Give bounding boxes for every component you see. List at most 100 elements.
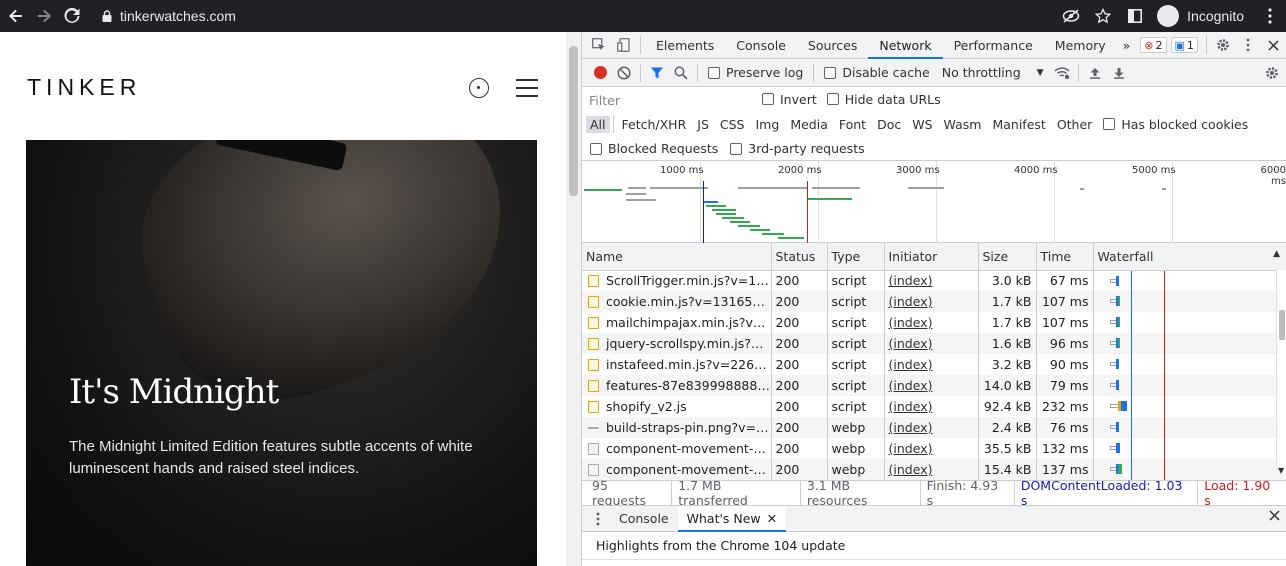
devtools-menu-icon[interactable] bbox=[1236, 32, 1261, 58]
reload-icon[interactable] bbox=[60, 4, 84, 28]
tracking-off-icon[interactable] bbox=[1055, 0, 1087, 32]
tab-console[interactable]: Console bbox=[725, 32, 797, 59]
type-filter-css[interactable]: CSS bbox=[716, 116, 749, 133]
page-scrollbar[interactable] bbox=[566, 32, 581, 566]
tab-sources[interactable]: Sources bbox=[797, 32, 868, 59]
column-size[interactable]: Size bbox=[978, 243, 1037, 271]
request-name[interactable]: mailchimpajax.min.js?v=19... bbox=[582, 312, 772, 333]
request-initiator-link[interactable]: (index) bbox=[884, 417, 979, 438]
network-conditions-icon[interactable] bbox=[1050, 61, 1074, 85]
settings-gear-icon[interactable] bbox=[1211, 32, 1236, 58]
drawer-menu-icon[interactable] bbox=[586, 507, 610, 531]
table-scrollbar[interactable]: ▼ bbox=[1276, 270, 1286, 475]
close-tab-icon[interactable]: ✕ bbox=[767, 511, 777, 526]
network-settings-icon[interactable] bbox=[1260, 61, 1284, 85]
column-waterfall[interactable]: Waterfall ▲ bbox=[1093, 243, 1286, 271]
search-icon[interactable] bbox=[669, 61, 693, 85]
table-row[interactable]: mailchimpajax.min.js?v=19...200script(in… bbox=[582, 312, 1286, 333]
table-row[interactable]: instafeed.min.js?v=226655...200script(in… bbox=[582, 354, 1286, 375]
table-row[interactable]: jquery-scrollspy.min.js?v=3... 200 script(… bbox=[582, 333, 1286, 354]
request-name[interactable]: shopify_v2.js bbox=[582, 396, 772, 417]
table-row[interactable]: ScrollTrigger.min.js?v=106... 200 script (i… bbox=[582, 270, 1286, 291]
disable-cache-checkbox[interactable]: Disable cache bbox=[824, 65, 930, 80]
close-drawer-icon[interactable] bbox=[1269, 510, 1280, 524]
bookmark-star-icon[interactable] bbox=[1087, 0, 1119, 32]
request-name[interactable]: features-87e83999888801... bbox=[582, 375, 772, 396]
inspect-element-icon[interactable] bbox=[586, 32, 611, 58]
type-filter-fetch[interactable]: Fetch/XHR bbox=[618, 116, 691, 133]
type-filter-manifest[interactable]: Manifest bbox=[988, 116, 1049, 133]
message-count-badge[interactable]: ▣ 1 bbox=[1170, 37, 1198, 53]
type-filter-all[interactable]: All bbox=[586, 115, 610, 133]
browser-menu-icon[interactable] bbox=[1254, 0, 1286, 32]
back-icon[interactable] bbox=[4, 4, 28, 28]
request-name[interactable]: component-movement-bac... bbox=[582, 438, 772, 459]
request-name[interactable]: cookie.min.js?v=13165567... bbox=[582, 291, 772, 312]
side-panel-icon[interactable] bbox=[1119, 0, 1151, 32]
request-initiator-link[interactable]: (index) bbox=[884, 291, 979, 312]
column-time[interactable]: Time bbox=[1036, 243, 1094, 271]
drawer-tab-whats-new[interactable]: What's New ✕ bbox=[677, 505, 787, 532]
type-filter-js[interactable]: JS bbox=[693, 116, 713, 133]
hide-data-urls-checkbox[interactable]: Hide data URLs bbox=[826, 92, 941, 107]
table-row[interactable]: build-straps-pin.png?v=780...200webp(ind… bbox=[582, 417, 1286, 438]
address-bar[interactable]: tinkerwatches.com bbox=[102, 8, 236, 24]
request-initiator-link[interactable]: (index) bbox=[884, 438, 979, 459]
blocked-requests-checkbox[interactable]: Blocked Requests bbox=[590, 141, 718, 156]
throttling-select[interactable]: No throttling ▼ bbox=[942, 65, 1044, 80]
request-name[interactable]: component-movement-dat... bbox=[582, 459, 772, 480]
import-har-icon[interactable] bbox=[1083, 61, 1107, 85]
request-initiator-link[interactable]: (index) bbox=[884, 333, 979, 354]
invert-checkbox[interactable]: Invert bbox=[762, 92, 817, 107]
column-name[interactable]: Name bbox=[582, 243, 772, 271]
table-row[interactable]: features-87e83999888801... 200 script (inde… bbox=[582, 375, 1286, 396]
filter-funnel-icon[interactable] bbox=[645, 61, 669, 85]
site-logo[interactable]: TINKER bbox=[27, 74, 141, 101]
type-filter-wasm[interactable]: Wasm bbox=[940, 116, 986, 133]
table-row[interactable]: component-movement-bac... 200 webp (index) 3… bbox=[582, 438, 1286, 459]
request-name[interactable]: ScrollTrigger.min.js?v=106... bbox=[582, 270, 772, 291]
type-filter-doc[interactable]: Doc bbox=[873, 116, 905, 133]
has-blocked-cookies-checkbox[interactable]: Has blocked cookies bbox=[1103, 117, 1248, 132]
request-name[interactable]: instafeed.min.js?v=226655... bbox=[582, 354, 772, 375]
column-type[interactable]: Type bbox=[827, 243, 885, 271]
request-initiator-link[interactable]: (index) bbox=[884, 459, 979, 480]
target-icon[interactable] bbox=[469, 78, 489, 98]
tab-performance[interactable]: Performance bbox=[943, 32, 1044, 59]
third-party-requests-checkbox[interactable]: 3rd-party requests bbox=[730, 141, 865, 156]
table-row[interactable]: shopify_v2.js 200 script (index) 92.4 kB 232 … bbox=[582, 396, 1286, 417]
clear-icon[interactable] bbox=[612, 61, 636, 85]
record-icon[interactable] bbox=[588, 61, 612, 85]
type-filter-other[interactable]: Other bbox=[1053, 116, 1097, 133]
table-row[interactable]: component-movement-dat... 200 webp (index) 1… bbox=[582, 459, 1286, 480]
request-initiator-link[interactable]: (index) bbox=[884, 375, 979, 396]
tab-memory[interactable]: Memory bbox=[1044, 32, 1117, 59]
column-status[interactable]: Status bbox=[771, 243, 828, 271]
preserve-log-checkbox[interactable]: Preserve log bbox=[708, 65, 803, 80]
filter-input[interactable]: Filter bbox=[586, 89, 748, 109]
incognito-profile[interactable]: Incognito bbox=[1157, 5, 1244, 27]
type-filter-img[interactable]: Img bbox=[752, 116, 784, 133]
request-name[interactable]: build-straps-pin.png?v=780... bbox=[582, 417, 772, 438]
export-har-icon[interactable] bbox=[1107, 61, 1131, 85]
request-initiator-link[interactable]: (index) bbox=[884, 312, 979, 333]
table-row[interactable]: cookie.min.js?v=13165567... 200 script (ind… bbox=[582, 291, 1286, 312]
device-toolbar-icon[interactable] bbox=[611, 32, 636, 58]
request-name[interactable]: jquery-scrollspy.min.js?v=3... bbox=[582, 333, 772, 354]
column-initiator[interactable]: Initiator bbox=[884, 243, 979, 271]
tab-elements[interactable]: Elements bbox=[645, 32, 725, 59]
type-filter-font[interactable]: Font bbox=[835, 116, 870, 133]
request-initiator-link[interactable]: (index) bbox=[884, 396, 979, 417]
drawer-tab-console[interactable]: Console bbox=[610, 506, 678, 532]
error-count-badge[interactable]: ⊗ 2 bbox=[1140, 37, 1167, 53]
forward-icon[interactable] bbox=[32, 4, 56, 28]
more-tabs-button[interactable]: » bbox=[1117, 32, 1137, 59]
tab-network[interactable]: Network bbox=[868, 32, 943, 59]
request-initiator-link[interactable]: (index) bbox=[884, 354, 979, 375]
type-filter-ws[interactable]: WS bbox=[908, 116, 936, 133]
close-devtools-icon[interactable] bbox=[1261, 32, 1286, 58]
hamburger-menu-icon[interactable] bbox=[516, 79, 538, 97]
type-filter-media[interactable]: Media bbox=[786, 116, 832, 133]
network-overview-timeline[interactable]: 1000 ms 2000 ms 3000 ms 4000 ms 5000 ms … bbox=[582, 161, 1286, 243]
request-initiator-link[interactable]: (index) bbox=[884, 270, 979, 291]
